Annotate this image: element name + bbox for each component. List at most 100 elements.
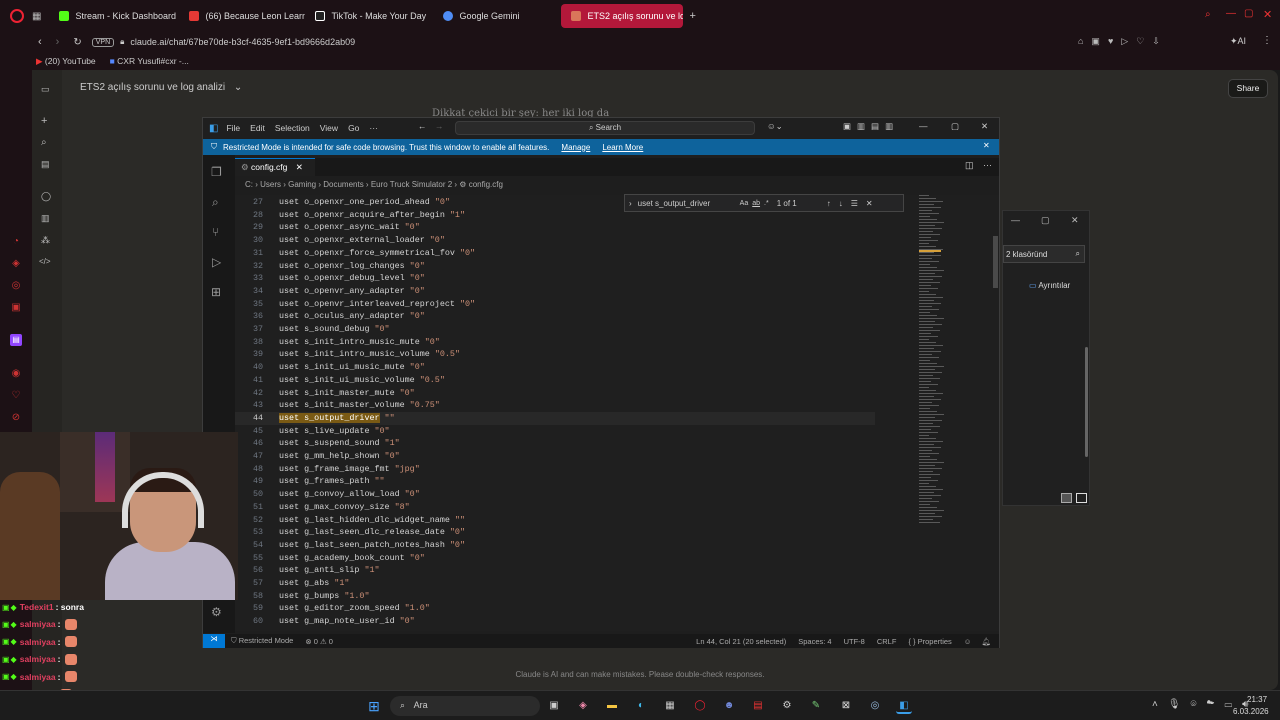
details-button[interactable]: ▭ Ayrıntılar [1029,281,1070,290]
code-line[interactable]: 33 uset o_openxr_debug_level "0" [235,272,875,285]
maximize-icon[interactable]: ▢ [951,121,959,132]
code-line[interactable]: 55 uset g_academy_book_count "0" [235,552,875,565]
code-line[interactable]: 48 uset g_frame_image_fmt "jpg" [235,463,875,476]
code-line[interactable]: 60 uset g_map_note_user_id "0" [235,615,875,628]
search-icon[interactable]: ⌕ [41,137,47,148]
code-line[interactable]: 58 uset g_bumps "1.0" [235,590,875,603]
search-icon[interactable]: ⌕ [212,195,219,210]
language-status[interactable]: { } Properties [908,637,951,646]
notifications-icon[interactable]: 🔔︎ [981,637,991,646]
scrollbar[interactable] [1085,347,1088,457]
browser-tab[interactable]: Google Gemini [433,4,561,28]
search-tabs-icon[interactable]: ⌕ [1205,9,1211,20]
browser-tab-active[interactable]: ETS2 açılış sorunu ve log [561,4,684,28]
close-icon[interactable]: ✕ [1071,215,1079,226]
manage-link[interactable]: Manage [561,143,590,152]
code-line[interactable]: 37 uset s_sound_debug "0" [235,323,875,336]
code-line[interactable]: 43 uset s_init_master_volume "0.75" [235,399,875,412]
vpn-badge[interactable]: VPN [91,37,115,47]
bookmarks-icon[interactable]: ♡ [10,390,22,402]
menu-edit[interactable]: Edit [250,123,265,133]
vscode-icon[interactable]: ◧ [896,698,912,714]
eol-status[interactable]: CRLF [877,637,897,646]
view-grid-icon[interactable] [1076,493,1087,503]
breadcrumb-item[interactable]: C: [245,180,253,189]
menu-file[interactable]: File [226,123,240,133]
messenger-icon[interactable]: ◎ [10,280,22,292]
minimize-icon[interactable]: — [919,121,928,131]
reload-icon[interactable]: ↻ [73,37,81,48]
code-line[interactable]: 49 uset g_frames_path "" [235,475,875,488]
ai-button[interactable]: ✦AI [1230,36,1246,47]
menu-selection[interactable]: Selection [275,123,310,133]
forward-icon[interactable]: › [56,36,60,48]
code-line[interactable]: 46 uset s_suspend_sound "1" [235,437,875,450]
copilot-icon[interactable]: ◈ [575,698,591,714]
twitch-icon[interactable]: ▤ [10,334,22,346]
more-actions-icon[interactable]: ··· [983,160,992,170]
close-window-icon[interactable]: ✕ [1263,8,1272,21]
command-center-search[interactable]: ⌕ Search [455,121,755,135]
opera-logo-icon[interactable] [10,9,24,23]
browser-tab[interactable]: TikTok - Make Your Day [305,4,433,28]
code-line[interactable]: 38 uset s_init_intro_music_mute "0" [235,336,875,349]
code-line[interactable]: 42 uset s_init_master_mute "0" [235,387,875,400]
code-line[interactable]: 51 uset g_max_convoy_size "8" [235,501,875,514]
clock-date[interactable]: 6.03.2026 [1233,707,1269,716]
close-tab-icon[interactable]: ✕ [296,162,303,172]
code-icon[interactable]: </> [39,257,51,266]
minimap[interactable] [919,195,947,525]
toggle-replace-icon[interactable]: › [629,199,632,208]
breadcrumb-item[interactable]: Documents [323,180,363,189]
breadcrumb-item[interactable]: Euro Truck Simulator 2 [371,180,452,189]
find-input[interactable]: uset s_output_driver [638,199,736,208]
url-field[interactable]: claude.ai/chat/67be70de-b3cf-4635-9ef1-b… [130,37,355,47]
copilot-icon[interactable]: ☺⌄ [767,121,783,132]
code-line[interactable]: 54 uset g_last_seen_patch_notes_hash "0" [235,539,875,552]
app-icon[interactable]: ⚙ [779,698,795,714]
code-line[interactable]: 53 uset g_last_seen_dlc_release_date "0" [235,526,875,539]
regex-toggle[interactable]: .* [764,200,769,207]
code-line[interactable]: 52 uset g_last_hidden_dlc_widget_name "" [235,514,875,527]
instagram-icon[interactable]: ▣ [10,302,22,314]
taskbar-search[interactable]: ⌕ Ara [390,696,540,716]
code-line[interactable]: 32 uset o_openxr_log_changes "0" [235,260,875,273]
bookmark-item[interactable]: ▶ (20) YouTube [36,56,96,67]
file-explorer-icon[interactable]: ▬ [604,698,620,714]
more-menu-icon[interactable]: ⋮ [1262,35,1272,46]
task-view-icon[interactable]: ▣ [546,698,562,714]
split-editor-icon[interactable]: ◫ [965,160,974,171]
clock-time[interactable]: 21:37 [1247,695,1267,704]
share-button[interactable]: Share [1228,79,1268,98]
code-line[interactable]: 36 uset o_oculus_any_adapter "0" [235,310,875,323]
breadcrumb-item[interactable]: Gaming [288,180,316,189]
source-control-icon[interactable]: ⑂ [212,225,219,239]
code-line[interactable]: 31 uset o_openxr_force_symmetrical_fov "0… [235,247,875,260]
editor-scrollbar[interactable] [993,236,998,288]
maximize-window-icon[interactable]: ▢ [1244,8,1253,19]
code-line[interactable]: 35 uset o_openvr_interleaved_reproject "0… [235,298,875,311]
close-icon[interactable]: ✕ [981,121,988,132]
minimize-icon[interactable]: — [1011,215,1020,225]
copilot-status-icon[interactable]: ☺ [964,637,972,646]
previous-match-icon[interactable]: ↑ [827,199,831,208]
maximize-icon[interactable]: ▢ [1041,215,1050,226]
explorer-search-field[interactable]: 2 klasöründ ⌕ [1003,245,1085,263]
windows-start-icon[interactable]: ⊞ [366,698,382,714]
view-list-icon[interactable] [1061,493,1072,503]
problems-status[interactable]: ⊗ 0 ⚠ 0 [305,637,333,646]
code-line[interactable]: 29 uset o_openxr_async_wait "0" [235,221,875,234]
whole-word-toggle[interactable]: ab [752,200,760,207]
chats-icon[interactable]: ◯ [41,191,51,202]
learn-more-link[interactable]: Learn More [602,143,643,152]
browser-tab[interactable]: Stream - Kick Dashboard [49,4,179,28]
browser-tab[interactable]: (66) Because Leon Learn [179,4,305,28]
run-debug-icon[interactable]: ▷ [212,255,221,269]
breadcrumb-item[interactable]: Users [260,180,281,189]
next-match-icon[interactable]: ↓ [839,199,843,208]
chat-title[interactable]: ETS2 açılış sorunu ve log analizi ⌄ [80,82,242,93]
artifacts-icon[interactable]: ▥ [41,213,50,224]
code-line[interactable]: 34 uset o_openvr_any_adapter "0" [235,285,875,298]
notepad-icon[interactable]: ✎ [808,698,824,714]
match-case-toggle[interactable]: Aa [740,200,749,207]
